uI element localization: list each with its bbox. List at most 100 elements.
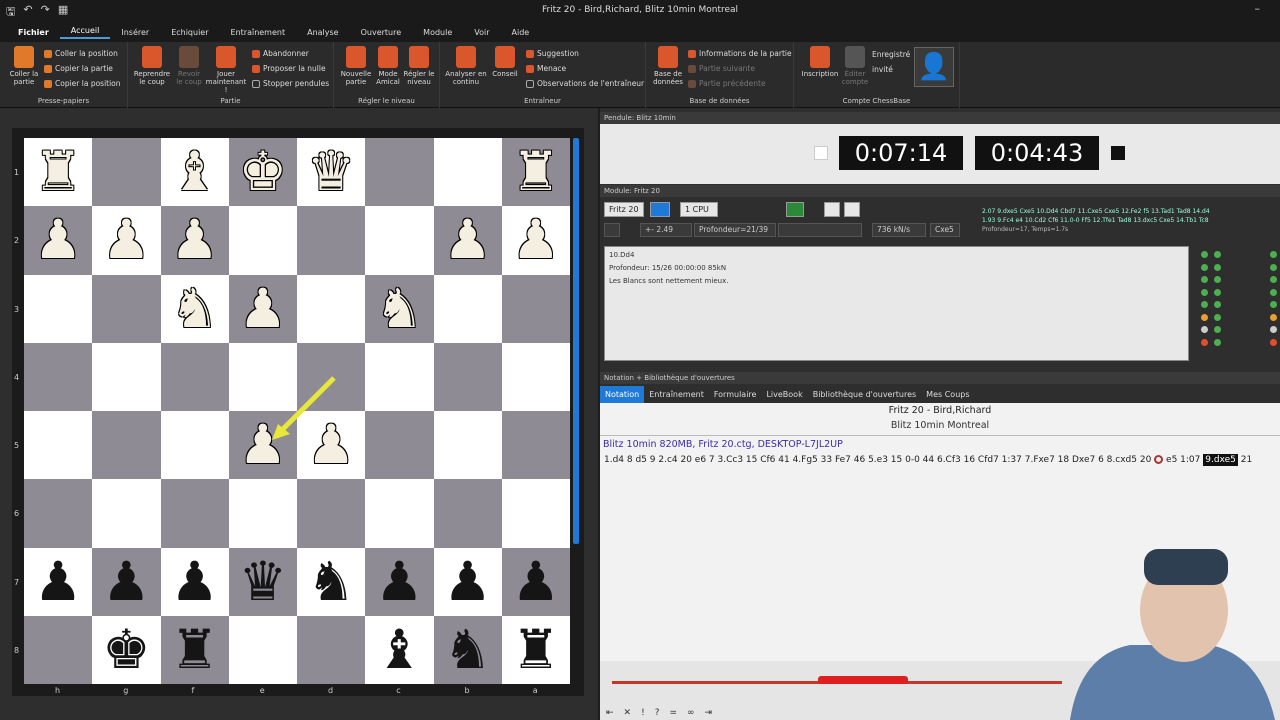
offer-draw-button[interactable]: Proposer la nulle [252, 64, 326, 73]
game-info-button[interactable]: Informations de la partie [688, 49, 792, 58]
white-rook-piece[interactable]: ♜ [34, 145, 82, 199]
square-b6[interactable] [433, 479, 502, 548]
square-a1[interactable]: ♜ [501, 138, 570, 207]
square-d4[interactable] [297, 342, 366, 411]
square-a4[interactable] [501, 342, 570, 411]
square-g5[interactable] [92, 411, 161, 480]
take-back-button[interactable]: Reprendre le coup [130, 46, 174, 86]
square-b7[interactable]: ♟ [433, 547, 502, 616]
copy-game-button[interactable]: Copier la partie [44, 64, 113, 73]
menu-tab-0[interactable]: Fichier [0, 28, 60, 37]
square-a7[interactable]: ♟ [501, 547, 570, 616]
square-g6[interactable] [92, 479, 161, 548]
square-h4[interactable] [24, 342, 93, 411]
white-pawn-piece[interactable]: ♟ [34, 213, 82, 267]
white-pawn-piece[interactable]: ♟ [512, 213, 560, 267]
menu-tab-5[interactable]: Analyse [296, 28, 350, 37]
square-a6[interactable] [501, 479, 570, 548]
white-pawn-piece[interactable]: ♟ [307, 418, 355, 472]
square-c5[interactable] [365, 411, 434, 480]
square-e2[interactable] [228, 206, 297, 275]
engine-add-icon[interactable] [786, 202, 804, 217]
black-knight-piece[interactable]: ♞ [307, 554, 355, 609]
square-f1[interactable]: ♝ [160, 138, 229, 207]
square-d2[interactable] [297, 206, 366, 275]
infinity-icon[interactable]: ∞ [687, 708, 695, 718]
square-f8[interactable]: ♜ [160, 615, 229, 684]
notation-tab-0[interactable]: Notation [600, 386, 645, 403]
square-g4[interactable] [92, 342, 161, 411]
black-rook-piece[interactable]: ♜ [170, 622, 218, 677]
menu-tab-8[interactable]: Voir [463, 28, 500, 37]
menu-tab-3[interactable]: Echiquier [160, 28, 219, 37]
delete-icon[interactable]: ✕ [624, 708, 632, 718]
menu-tab-7[interactable]: Module [412, 28, 463, 37]
square-e5[interactable]: ♟ [228, 411, 297, 480]
first-move-icon[interactable]: ⇤ [606, 708, 614, 718]
square-d6[interactable] [297, 479, 366, 548]
menu-tab-1[interactable]: Accueil [59, 26, 111, 39]
stop-clocks-checkbox[interactable]: Stopper pendules [252, 79, 329, 88]
white-pawn-piece[interactable]: ♟ [443, 213, 491, 267]
black-pawn-piece[interactable]: ♟ [512, 554, 560, 609]
black-pawn-piece[interactable]: ♟ [443, 554, 491, 609]
white-rook-piece[interactable]: ♜ [512, 145, 560, 199]
edit-account-button[interactable]: Éditer compte [840, 46, 870, 86]
square-a2[interactable]: ♟ [501, 206, 570, 275]
square-f7[interactable]: ♟ [160, 547, 229, 616]
cpu-count[interactable]: 1 CPU [680, 202, 718, 217]
square-b8[interactable]: ♞ [433, 615, 502, 684]
current-move[interactable]: 9.dxe5 [1203, 454, 1238, 466]
white-pawn-piece[interactable]: ♟ [102, 213, 150, 267]
moves-text[interactable]: 1.d4 8 d5 9 2.c4 20 e6 7 3.Cc3 15 Cf6 41… [604, 455, 1151, 465]
replay-button[interactable]: Revoir le coup [174, 46, 204, 86]
menu-tab-4[interactable]: Entraînement [220, 28, 297, 37]
register-button[interactable]: Inscription [798, 46, 842, 78]
square-a3[interactable] [501, 274, 570, 343]
square-e4[interactable] [228, 342, 297, 411]
square-h1[interactable]: ♜ [24, 138, 93, 207]
engine-option-icon[interactable] [824, 202, 840, 217]
square-h2[interactable]: ♟ [24, 206, 93, 275]
paste-game-button[interactable]: Coller la partie [6, 46, 42, 86]
advice-button[interactable]: Conseil [488, 46, 522, 78]
square-c3[interactable]: ♞ [365, 274, 434, 343]
set-level-button[interactable]: Régler le niveau [402, 46, 436, 86]
database-button[interactable]: Base de données [650, 46, 686, 86]
white-king-piece[interactable]: ♚ [239, 145, 287, 199]
white-queen-piece[interactable]: ♛ [307, 145, 355, 199]
notation-tab-3[interactable]: LiveBook [761, 386, 807, 403]
analyse-button[interactable]: Analyser en continu [444, 46, 488, 86]
square-e7[interactable]: ♛ [228, 547, 297, 616]
play-now-button[interactable]: Jouer maintenant ! [204, 46, 248, 94]
prev-game-button[interactable]: Partie précédente [688, 79, 766, 88]
menu-tab-9[interactable]: Aide [501, 28, 541, 37]
notation-tab-5[interactable]: Mes Coups [921, 386, 974, 403]
square-e6[interactable] [228, 479, 297, 548]
paste-position-button[interactable]: Coller la position [44, 49, 118, 58]
square-f2[interactable]: ♟ [160, 206, 229, 275]
suggestion-button[interactable]: Suggestion [526, 49, 579, 58]
square-f6[interactable] [160, 479, 229, 548]
square-f4[interactable] [160, 342, 229, 411]
square-b5[interactable] [433, 411, 502, 480]
square-h6[interactable] [24, 479, 93, 548]
square-g2[interactable]: ♟ [92, 206, 161, 275]
square-c2[interactable] [365, 206, 434, 275]
square-e3[interactable]: ♟ [228, 274, 297, 343]
equal-icon[interactable]: = [669, 708, 677, 718]
square-h7[interactable]: ♟ [24, 547, 93, 616]
square-d8[interactable] [297, 615, 366, 684]
square-c7[interactable]: ♟ [365, 547, 434, 616]
square-d7[interactable]: ♞ [297, 547, 366, 616]
square-c6[interactable] [365, 479, 434, 548]
black-pawn-piece[interactable]: ♟ [102, 554, 150, 609]
square-e1[interactable]: ♚ [228, 138, 297, 207]
square-a5[interactable] [501, 411, 570, 480]
square-g7[interactable]: ♟ [92, 547, 161, 616]
new-game-button[interactable]: Nouvelle partie [338, 46, 374, 86]
notation-tab-4[interactable]: Bibliothèque d'ouvertures [808, 386, 921, 403]
square-b2[interactable]: ♟ [433, 206, 502, 275]
black-pawn-piece[interactable]: ♟ [34, 554, 82, 609]
user-avatar[interactable]: 👤 [914, 47, 954, 87]
